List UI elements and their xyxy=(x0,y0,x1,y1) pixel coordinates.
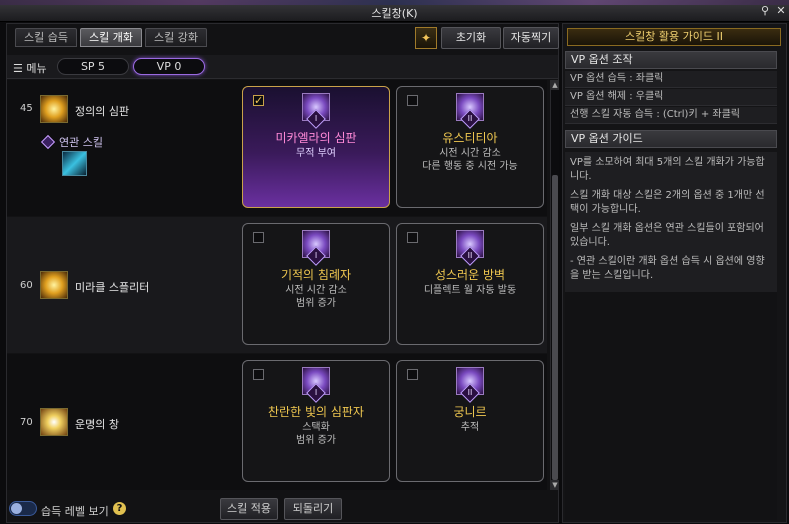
tab-skill-bloom[interactable]: 스킬 개화 xyxy=(79,28,142,47)
option-icon: I xyxy=(302,230,330,266)
option-name: 찬란한 빛의 심판자 xyxy=(268,405,364,419)
learn-level-label: 습득 레벨 보기 xyxy=(41,505,109,518)
skill-row: 70 운명의 창 I 찬란한 빛의 심판자 스택화 범위 증가 II 궁니르 추적 xyxy=(7,354,547,490)
menu-button[interactable]: ☰ 메뉴 xyxy=(13,60,47,76)
guide-line: 선행 스킬 자동 습득 : (Ctrl)키 + 좌클릭 xyxy=(565,107,777,124)
pin-icon[interactable]: ⚲ xyxy=(758,4,772,18)
awakening-icon[interactable]: ✦ xyxy=(415,27,437,49)
sp-counter: SP 5 xyxy=(57,58,129,75)
option-name: 미카엘라의 심판 xyxy=(275,131,357,145)
help-icon[interactable]: ? xyxy=(113,502,126,515)
menu-bar: ☰ 메뉴 SP 5 VP 0 xyxy=(7,55,558,79)
skill-row: 45 정의의 심판 연관 스킬 ✓ I 미카엘라의 심판 무적 부여 II 유스… xyxy=(7,80,547,216)
option-desc: 디플렉트 월 자동 발동 xyxy=(423,285,517,296)
diamond-icon xyxy=(40,134,56,150)
skill-icon-spear-of-destiny xyxy=(40,408,68,436)
tab-bar: 스킬 습득 스킬 개화 스킬 강화 xyxy=(15,28,207,48)
menu-label: 메뉴 xyxy=(26,62,47,75)
option-name: 기적의 침례자 xyxy=(280,268,352,282)
guide-header: 스킬창 활용 가이드 II xyxy=(567,28,781,46)
bloom-option-card[interactable]: II 성스러운 방벽 디플렉트 월 자동 발동 xyxy=(396,223,544,345)
guide-panel: 스킬창 활용 가이드 II VP 옵션 조작 VP 옵션 습득 : 좌클릭 VP… xyxy=(562,23,787,523)
option-icon: II xyxy=(456,230,484,266)
guide-text-box: VP를 소모하여 최대 5개의 스킬 개화가 가능합니다. 스킬 개화 대상 스… xyxy=(565,152,777,292)
bloom-option-card[interactable]: II 궁니르 추적 xyxy=(396,360,544,482)
guide-line: VP 옵션 해제 : 우클릭 xyxy=(565,89,777,106)
option-icon: I xyxy=(302,367,330,403)
tab-skill-learn[interactable]: 스킬 습득 xyxy=(15,28,77,47)
related-skill-label: 연관 스킬 xyxy=(40,134,103,150)
tab-skill-enhance[interactable]: 스킬 강화 xyxy=(144,28,207,47)
toggle-knob xyxy=(11,503,22,514)
guide-paragraph: VP를 소모하여 최대 5개의 스킬 개화가 가능합니다. xyxy=(570,157,765,182)
option-checkbox[interactable]: ✓ xyxy=(253,95,264,106)
skill-level: 70 xyxy=(20,416,33,428)
skill-level: 60 xyxy=(20,279,33,291)
bloom-option-card[interactable]: ✓ I 미카엘라의 심판 무적 부여 xyxy=(242,86,390,208)
option-checkbox[interactable] xyxy=(407,95,418,106)
option-icon: II xyxy=(456,367,484,403)
skill-name: 정의의 심판 xyxy=(75,105,130,118)
learn-level-toggle[interactable] xyxy=(9,501,37,516)
option-desc: 무적 부여 xyxy=(296,148,336,159)
apply-skill-button[interactable]: 스킬 적용 xyxy=(220,498,278,520)
option-checkbox[interactable] xyxy=(407,369,418,380)
option-name: 궁니르 xyxy=(453,405,487,419)
scroll-up-icon[interactable]: ▲ xyxy=(551,80,559,90)
skill-row: 60 미라클 스플리터 I 기적의 침례자 시전 시간 감소 범위 증가 II 성… xyxy=(7,217,547,353)
option-desc: 스택화 범위 증가 xyxy=(296,422,336,446)
option-desc: 시전 시간 감소 다른 행동 중 시전 가능 xyxy=(422,148,518,172)
option-desc: 추적 xyxy=(460,422,480,433)
guide-empty-area xyxy=(565,292,777,520)
auto-assign-button[interactable]: 자동찍기 xyxy=(503,27,559,49)
vp-counter: VP 0 xyxy=(133,58,205,75)
skill-name: 미라클 스플리터 xyxy=(75,281,150,294)
guide-paragraph: 일부 스킬 개화 옵션은 연관 스킬들이 포함되어 있습니다. xyxy=(570,223,764,248)
skill-list-scrollbar[interactable]: ▲ ▼ xyxy=(550,80,559,490)
option-checkbox[interactable] xyxy=(407,232,418,243)
window-titlebar: 스킬창(K) ⚲ ✕ xyxy=(0,0,789,22)
revert-button[interactable]: 되돌리기 xyxy=(284,498,342,520)
skill-bloom-panel: 스킬 습득 스킬 개화 스킬 강화 ✦ 초기화 자동찍기 ☰ 메뉴 SP 5 V… xyxy=(6,23,559,523)
guide-paragraph: - 연관 스킬이란 개화 옵션 습득 시 옵션에 영향을 받는 스킬입니다. xyxy=(570,256,765,281)
option-desc: 시전 시간 감소 범위 증가 xyxy=(285,285,347,309)
reset-button[interactable]: 초기화 xyxy=(441,27,501,49)
window-title: 스킬창(K) xyxy=(371,7,418,20)
scroll-down-icon[interactable]: ▼ xyxy=(551,480,559,490)
guide-line: VP 옵션 습득 : 좌클릭 xyxy=(565,71,777,88)
guide-section-controls: VP 옵션 조작 xyxy=(565,51,777,69)
option-checkbox[interactable] xyxy=(253,232,264,243)
option-icon: I xyxy=(302,93,330,129)
skill-list: 45 정의의 심판 연관 스킬 ✓ I 미카엘라의 심판 무적 부여 II 유스… xyxy=(7,80,547,490)
bloom-option-card[interactable]: I 찬란한 빛의 심판자 스택화 범위 증가 xyxy=(242,360,390,482)
related-skill-icon[interactable] xyxy=(62,151,87,176)
skill-name: 운명의 창 xyxy=(75,418,119,431)
skill-icon-judgment xyxy=(40,95,68,123)
option-name: 유스티티아 xyxy=(442,131,498,145)
skill-level: 45 xyxy=(20,102,33,114)
scroll-thumb[interactable] xyxy=(552,175,558,480)
guide-paragraph: 스킬 개화 대상 스킬은 2개의 옵션 중 1개만 선택이 가능합니다. xyxy=(570,190,765,215)
skill-icon-miracle-splitter xyxy=(40,271,68,299)
guide-section-vp: VP 옵션 가이드 xyxy=(565,130,777,148)
bottom-bar: 습득 레벨 보기 ? 스킬 적용 되돌리기 xyxy=(7,496,558,522)
option-icon: II xyxy=(456,93,484,129)
related-skill-text: 연관 스킬 xyxy=(59,136,103,149)
bloom-option-card[interactable]: I 기적의 침례자 시전 시간 감소 범위 증가 xyxy=(242,223,390,345)
option-name: 성스러운 방벽 xyxy=(434,268,506,282)
option-checkbox[interactable] xyxy=(253,369,264,380)
bloom-option-card[interactable]: II 유스티티아 시전 시간 감소 다른 행동 중 시전 가능 xyxy=(396,86,544,208)
close-icon[interactable]: ✕ xyxy=(774,4,788,18)
